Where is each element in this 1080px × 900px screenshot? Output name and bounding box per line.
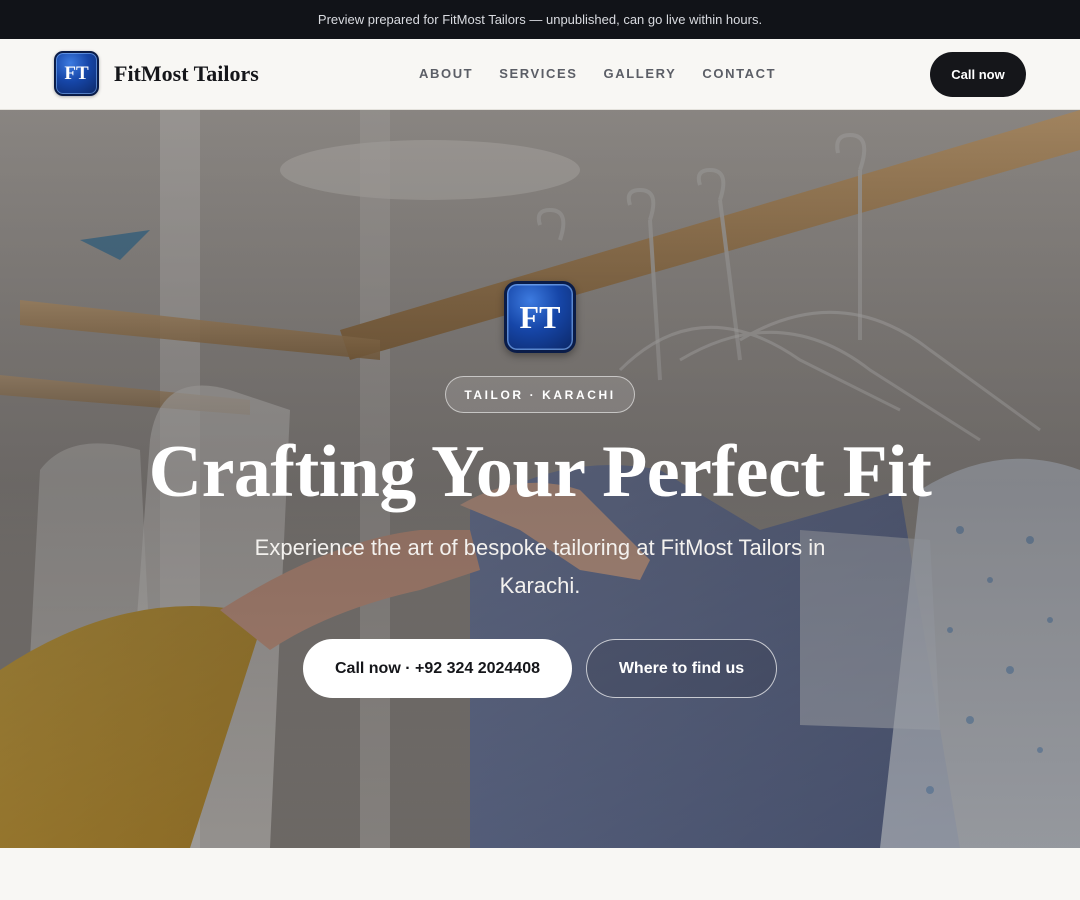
brand-logo-text: FT xyxy=(64,62,89,84)
hero-call-button[interactable]: Call now · +92 324 2024408 xyxy=(303,639,572,698)
nav-services[interactable]: SERVICES xyxy=(499,66,577,81)
site-header: FT FitMost Tailors ABOUT SERVICES GALLER… xyxy=(0,39,1080,110)
header-call-button[interactable]: Call now xyxy=(930,52,1026,97)
brand-link[interactable]: FT FitMost Tailors xyxy=(54,51,259,96)
main-nav: ABOUT SERVICES GALLERY CONTACT xyxy=(419,66,802,81)
hero-subtitle: Experience the art of bespoke tailoring … xyxy=(254,535,826,598)
preview-banner-text: Preview prepared for FitMost Tailors — u… xyxy=(317,12,763,27)
hero-section: FT TAILOR · KARACHI Crafting Your Perfec… xyxy=(0,110,1080,848)
hero-logo-text: FT xyxy=(519,298,561,335)
nav-contact[interactable]: CONTACT xyxy=(702,66,776,81)
hero-location-button[interactable]: Where to find us xyxy=(586,639,777,698)
nav-gallery[interactable]: GALLERY xyxy=(604,66,677,81)
hero-logo: FT xyxy=(504,281,576,353)
brand-name: FitMost Tailors xyxy=(114,60,259,86)
preview-banner: Preview prepared for FitMost Tailors — u… xyxy=(0,0,1080,39)
nav-about[interactable]: ABOUT xyxy=(419,66,473,81)
hero-title: Crafting Your Perfect Fit xyxy=(148,431,932,513)
brand-logo: FT xyxy=(54,51,99,96)
hero-tag: TAILOR · KARACHI xyxy=(445,376,635,413)
